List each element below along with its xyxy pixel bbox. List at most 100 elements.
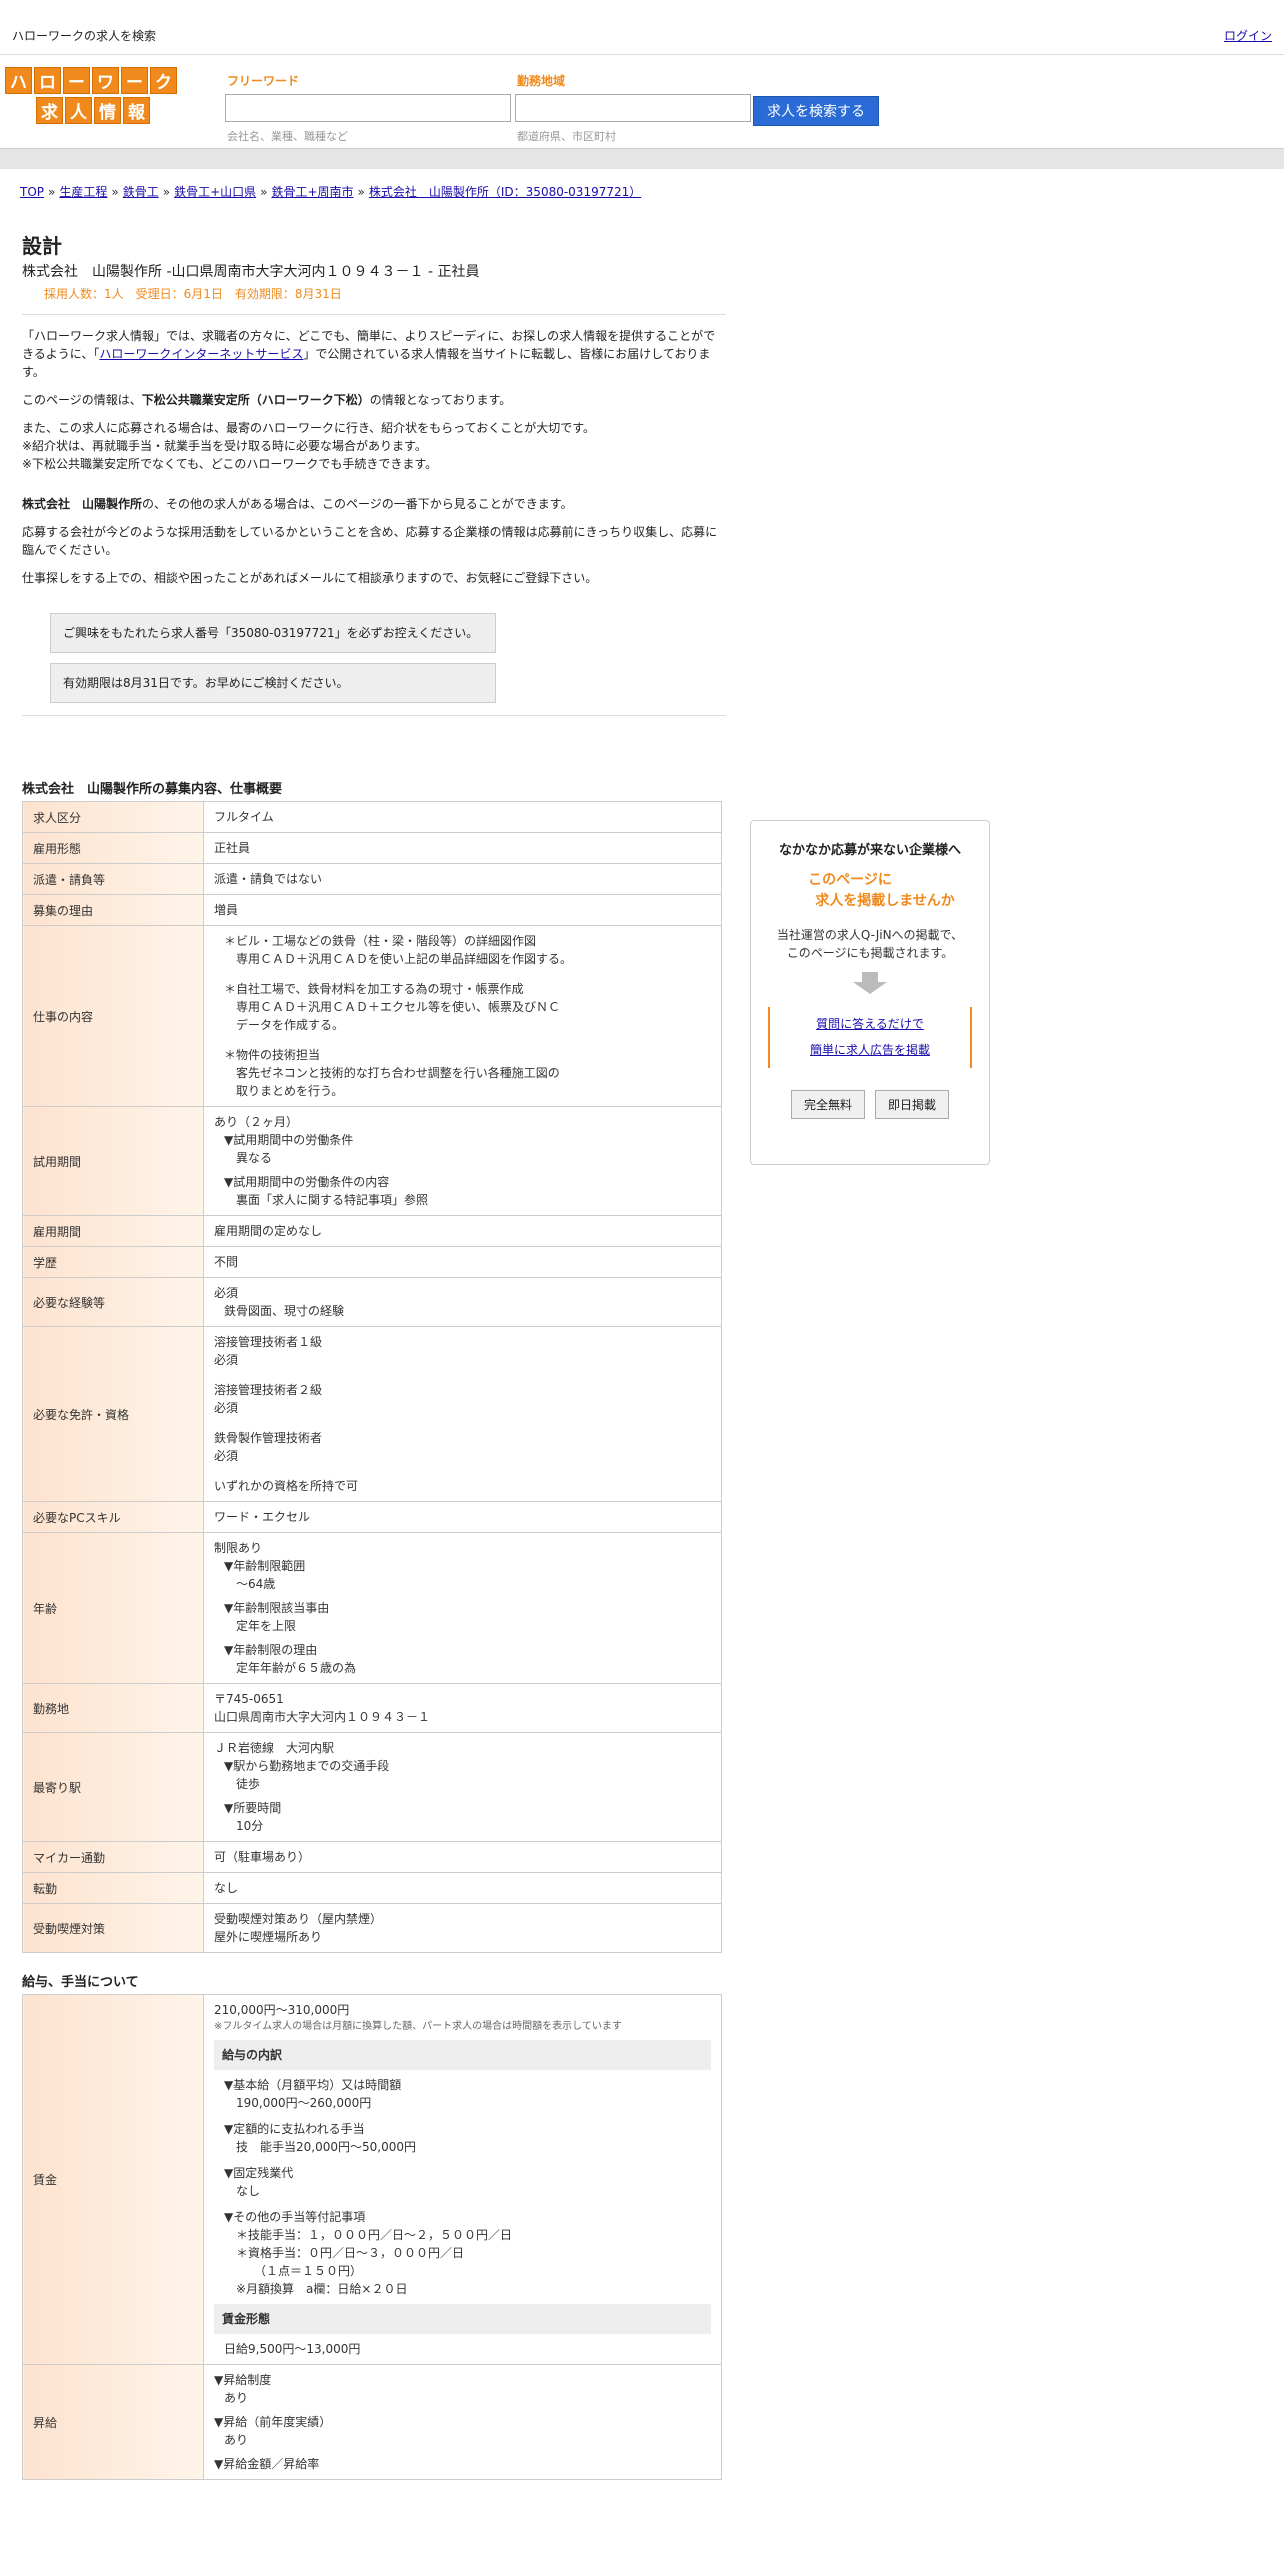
table-row: マイカー通勤 可（駐車場あり） [22, 1841, 722, 1873]
intro-text: 仕事探しをする上での、相談や困ったことがあればメールにて相談承りますので、お気軽… [22, 571, 598, 585]
line: ＊自社工場で、鉄骨材料を加工する為の現寸・帳票作成 [224, 982, 524, 996]
advertise-buttons: 完全無料 即日掲載 [751, 1089, 989, 1119]
section-title: 株式会社 山陽製作所の募集内容、仕事概要 [22, 782, 283, 797]
line: ▼基本給（月額平均）又は時間額 [224, 2078, 402, 2092]
table-row: 必要な経験等 必須 鉄骨図面、現寸の経験 [22, 1277, 722, 1327]
hellowork-logo[interactable]: ハ ロ ー ワ ー ク 求 人 情 報 [5, 67, 181, 125]
breadcrumb-sep: » [357, 185, 365, 199]
line: 山口県周南市大字大河内１０９４３－１ [214, 1710, 431, 1724]
wage-detail-head: 給与の内訳 [214, 2040, 711, 2070]
row-value: 雇用期間の定めなし [203, 1215, 722, 1247]
advertise-link[interactable]: 簡単に求人広告を掲載 [810, 1043, 930, 1057]
row-value: 派遣・請負ではない [203, 863, 722, 895]
line: 必須 [214, 1286, 239, 1300]
breadcrumb-link[interactable]: 鉄骨工+山口県 [174, 185, 256, 199]
table-row: 年齢 制限あり ▼年齢制限範囲 〜64歳 ▼年齢制限該当事由 定年を上限 ▼年齢… [22, 1532, 722, 1684]
logo-char: ク [150, 67, 177, 94]
breadcrumb-link[interactable]: 鉄骨工+周南市 [271, 185, 353, 199]
line: ▼年齢制限該当事由 [224, 1601, 330, 1615]
intro-text: ※下松公共職業安定所でなくても、どこのハローワークでも手続きできます。 [22, 457, 438, 471]
breadcrumb-link[interactable]: TOP [20, 185, 44, 199]
line: なし [236, 2184, 261, 2198]
line: あり [224, 2391, 249, 2405]
line: 必須 [214, 1353, 239, 1367]
row-value: ＊ビル・工場などの鉄骨（柱・梁・階段等）の詳細図作図 専用ＣＡＤ＋汎用ＣＡＤを使… [203, 925, 722, 1107]
job-info-table: 求人区分 フルタイム 雇用形態 正社員 派遣・請負等 派遣・請負ではない 募集の理由増… [22, 801, 722, 1953]
desc-line: 当社運営の求人Q-JiNへの掲載で、 [776, 928, 964, 942]
table-row: 最寄り駅 ＪＲ岩徳線 大河内駅 ▼駅から勤務地までの交通手段 徒歩 ▼所要時間 … [22, 1732, 722, 1842]
main-content: 設計 株式会社 山陽製作所 -山口県周南市大字大河内１０９４３－１ - 正社員 … [22, 230, 726, 2480]
divider [22, 715, 726, 716]
line: ▼年齢制限の理由 [224, 1643, 318, 1657]
line: ▼試用期間中の労働条件の内容 [224, 1175, 390, 1189]
table-row: 必要なPCスキル ワード・エクセル [22, 1501, 722, 1533]
line: 取りまとめを行う。 [236, 1084, 344, 1098]
table-row: 雇用期間 雇用期間の定めなし [22, 1215, 722, 1247]
line: ▼固定残業代 [224, 2166, 294, 2180]
line: 制限あり [214, 1541, 263, 1555]
line: 〒745-0651 [214, 1692, 284, 1706]
breadcrumb-link[interactable]: 鉄骨工 [123, 185, 159, 199]
row-value: 正社員 [203, 832, 722, 864]
hellowork-internet-link[interactable]: ハローワークインターネットサービス [99, 347, 303, 361]
line: ▼昇給制度 [214, 2373, 272, 2387]
breadcrumb-sep: » [111, 185, 119, 199]
row-label: 受動喫煙対策 [22, 1903, 204, 1953]
free-button[interactable]: 完全無料 [790, 1089, 865, 1119]
line: 必須 [214, 1401, 239, 1415]
row-label: 賃金 [22, 1994, 204, 2365]
line: 裏面「求人に関する特記事項」参照 [236, 1193, 429, 1207]
line: ▼その他の手当等付記事項 [224, 2210, 366, 2224]
section-title: 給与、手当について [22, 1975, 139, 1990]
intro-text: の情報となっております。 [369, 393, 512, 407]
company-line: 株式会社 山陽製作所 -山口県周南市大字大河内１０９４３－１ - 正社員 [22, 264, 480, 280]
line: データを作成する。 [236, 1018, 345, 1032]
line: 受動喫煙対策あり（屋内禁煙） [214, 1912, 383, 1926]
line: 〜64歳 [236, 1577, 276, 1591]
table-row: 受動喫煙対策 受動喫煙対策あり（屋内禁煙） 屋外に喫煙場所あり [22, 1903, 722, 1953]
line: ＊技能手当：１，０００円／日〜２，５００円／日 [236, 2228, 513, 2242]
logo-char: 報 [123, 97, 150, 124]
login-link[interactable]: ログイン [1224, 27, 1272, 44]
advertise-catch: このページに 求人を掲載しませんか [751, 870, 989, 912]
site-title: ハローワークの求人を検索 [12, 29, 157, 43]
logo-char: 求 [36, 97, 63, 124]
job-title: 設計 [22, 234, 62, 258]
line: ＊資格手当：０円／日〜３，０００円／日 [236, 2246, 465, 2260]
breadcrumb-link[interactable]: 株式会社 山陽製作所（ID：35080-03197721） [369, 185, 641, 199]
logo-char: ハ [5, 67, 32, 94]
line: ▼定額的に支払われる手当 [224, 2122, 365, 2136]
table-row: 学歴 不問 [22, 1246, 722, 1278]
row-label: 年齢 [22, 1532, 204, 1684]
line: 技 能手当20,000円〜50,000円 [236, 2140, 416, 2154]
table-row: 仕事の内容 ＊ビル・工場などの鉄骨（柱・梁・階段等）の詳細図作図 専用ＣＡＤ＋汎… [22, 925, 722, 1107]
breadcrumb-sep: » [260, 185, 268, 199]
line: 溶接管理技術者１級 [214, 1335, 323, 1349]
line: 10分 [236, 1819, 264, 1833]
advertise-link[interactable]: 質問に答えるだけで [816, 1017, 924, 1031]
row-value: 受動喫煙対策あり（屋内禁煙） 屋外に喫煙場所あり [203, 1903, 722, 1953]
intro-text: このページの情報は、 [22, 393, 142, 407]
line: ▼年齢制限範囲 [224, 1559, 306, 1573]
line: 徒歩 [236, 1777, 261, 1791]
area-input[interactable] [515, 94, 751, 122]
line: 鉄骨製作管理技術者 [214, 1431, 323, 1445]
row-label: 試用期間 [22, 1106, 204, 1216]
breadcrumb-sep: » [48, 185, 56, 199]
row-value: 不問 [203, 1246, 722, 1278]
table-row: 転勤 なし [22, 1872, 722, 1904]
search-button[interactable]: 求人を検索する [753, 96, 879, 126]
row-value: ▼昇給制度 あり ▼昇給（前年度実績） あり ▼昇給金額／昇給率 [203, 2364, 722, 2480]
advertise-heading: なかなか応募が来ない企業様へ [778, 843, 961, 858]
same-day-button[interactable]: 即日掲載 [875, 1089, 950, 1119]
row-label: 昇給 [22, 2364, 204, 2480]
line: 専用ＣＡＤ＋汎用ＣＡＤを使い上記の単品詳細図を作図する。 [236, 952, 573, 966]
line: ▼所要時間 [224, 1801, 282, 1815]
logo-char: ロ [34, 67, 61, 94]
divider [22, 314, 726, 315]
catch-line: 求人を掲載しませんか [815, 893, 955, 909]
keyword-input[interactable] [225, 94, 511, 122]
notice-box: 有効期限は8月31日です。お早めにご検討ください。 [50, 663, 496, 703]
breadcrumb-link[interactable]: 生産工程 [59, 185, 107, 199]
keyword-hint: 会社名、業種、職種など [227, 130, 348, 143]
